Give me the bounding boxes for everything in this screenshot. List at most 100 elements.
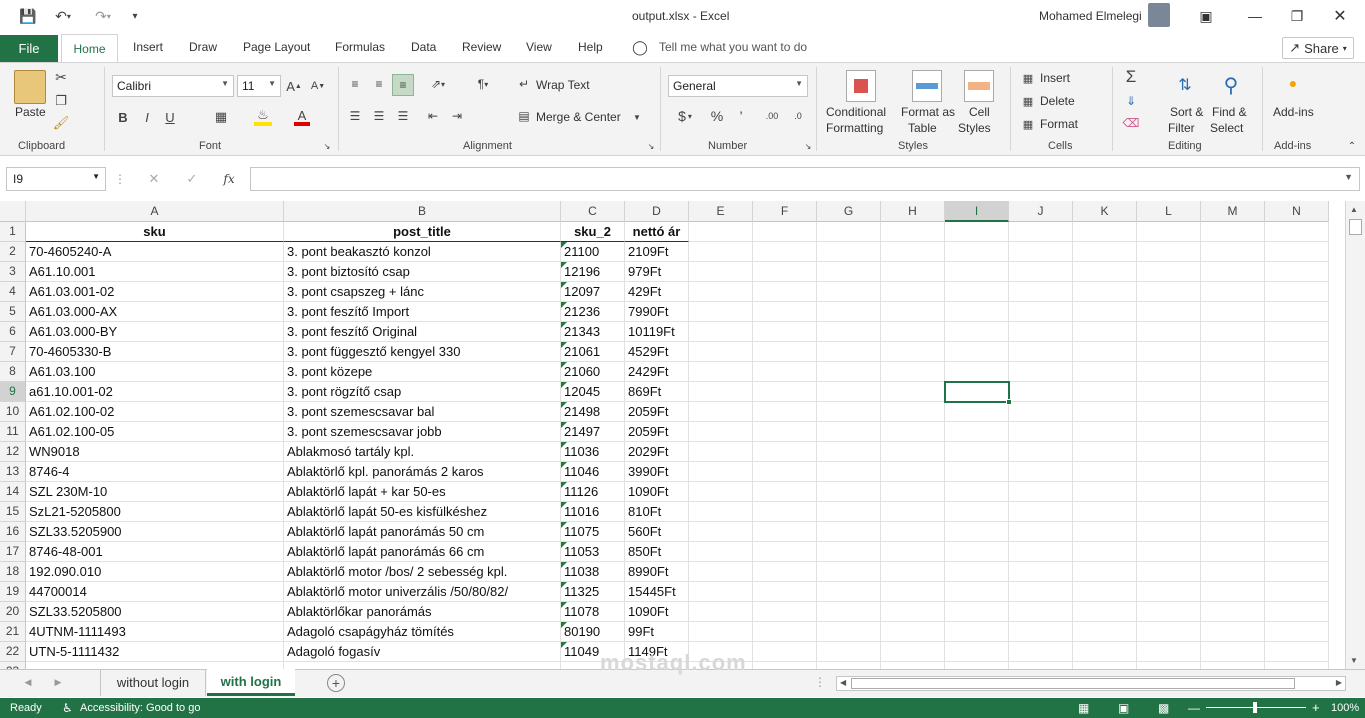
cell[interactable]: 21100 — [561, 242, 625, 262]
cell[interactable] — [817, 602, 881, 622]
cell[interactable] — [753, 662, 817, 669]
cell[interactable]: 4UTNM-1111493 — [26, 622, 284, 642]
cell[interactable]: 12196 — [561, 262, 625, 282]
sort-filter-line2[interactable]: Filter — [1168, 121, 1195, 135]
formula-input[interactable]: ▼ — [250, 167, 1360, 191]
column-header[interactable]: M — [1201, 201, 1265, 222]
cell[interactable]: SzL21-5205800 — [26, 502, 284, 522]
cell[interactable] — [817, 422, 881, 442]
cell[interactable] — [945, 462, 1009, 482]
cell[interactable] — [1201, 422, 1265, 442]
cell[interactable] — [689, 522, 753, 542]
cell[interactable]: Ablaktörlő motor univerzális /50/80/82/ — [284, 582, 561, 602]
horizontal-scrollbar[interactable]: ◀ ▶ — [836, 676, 1346, 691]
column-header[interactable]: N — [1265, 201, 1329, 222]
cell[interactable] — [945, 562, 1009, 582]
cell[interactable] — [1073, 622, 1137, 642]
cell[interactable] — [1009, 222, 1073, 242]
conditional-formatting-line2[interactable]: Formatting — [826, 121, 883, 135]
cell[interactable] — [945, 522, 1009, 542]
cell[interactable] — [1201, 402, 1265, 422]
align-bottom-icon[interactable]: ≡ — [392, 74, 414, 96]
scroll-down-icon[interactable]: ▼ — [1350, 656, 1358, 665]
cell[interactable] — [817, 282, 881, 302]
share-button[interactable]: ↗ Share ▾ — [1282, 37, 1354, 59]
cell[interactable]: 1090Ft — [625, 482, 689, 502]
row-header[interactable]: 13 — [0, 462, 26, 482]
cell[interactable] — [1073, 482, 1137, 502]
cell[interactable]: Ablaktörlő kpl. panorámás 2 karos — [284, 462, 561, 482]
cell[interactable] — [817, 342, 881, 362]
cell[interactable] — [881, 402, 945, 422]
row-header[interactable]: 5 — [0, 302, 26, 322]
cell[interactable] — [1009, 442, 1073, 462]
format-cells-icon[interactable]: ▦ — [1020, 117, 1036, 131]
cell[interactable] — [817, 662, 881, 669]
column-header[interactable]: G — [817, 201, 881, 222]
cell[interactable]: Adagoló fogasív — [284, 642, 561, 662]
cell[interactable] — [1137, 482, 1201, 502]
scroll-thumb[interactable] — [1349, 219, 1362, 235]
cell[interactable] — [945, 442, 1009, 462]
cell[interactable] — [1201, 282, 1265, 302]
cell[interactable] — [753, 442, 817, 462]
cell[interactable] — [881, 422, 945, 442]
expand-formula-icon[interactable]: ▼ — [1344, 172, 1353, 182]
align-middle-icon[interactable]: ≡ — [370, 76, 388, 92]
cell[interactable] — [1073, 462, 1137, 482]
cell[interactable] — [881, 282, 945, 302]
cell[interactable]: 3. pont beakasztó konzol — [284, 242, 561, 262]
cell[interactable] — [689, 442, 753, 462]
row-header[interactable]: 6 — [0, 322, 26, 342]
cell[interactable]: A61.02.100-05 — [26, 422, 284, 442]
zoom-level[interactable]: 100% — [1331, 702, 1359, 714]
cell[interactable] — [1265, 602, 1329, 622]
cell-styles-line1[interactable]: Cell — [969, 105, 990, 119]
tell-me-search[interactable]: Tell me what you want to do — [659, 40, 807, 54]
cell[interactable] — [1265, 462, 1329, 482]
cell[interactable] — [881, 242, 945, 262]
row-header[interactable]: 22 — [0, 642, 26, 662]
cell[interactable] — [1201, 622, 1265, 642]
row-header[interactable]: 21 — [0, 622, 26, 642]
decrease-decimal-button[interactable]: .0 — [788, 107, 808, 125]
cell[interactable] — [1073, 222, 1137, 242]
cell[interactable] — [689, 362, 753, 382]
cell[interactable] — [689, 542, 753, 562]
find-select-line1[interactable]: Find & — [1212, 105, 1247, 119]
column-header[interactable]: L — [1137, 201, 1201, 222]
sort-filter-icon[interactable]: ⇅ — [1170, 70, 1200, 100]
cell[interactable] — [689, 402, 753, 422]
cell[interactable] — [1009, 422, 1073, 442]
row-header[interactable]: 9 — [0, 382, 26, 402]
cell[interactable] — [753, 522, 817, 542]
cell[interactable] — [1265, 362, 1329, 382]
row-header[interactable]: 15 — [0, 502, 26, 522]
cell[interactable] — [881, 322, 945, 342]
cell[interactable] — [1137, 262, 1201, 282]
cell[interactable] — [689, 282, 753, 302]
cell[interactable] — [945, 302, 1009, 322]
cell[interactable] — [1201, 442, 1265, 462]
cell[interactable] — [1137, 562, 1201, 582]
cell[interactable] — [1265, 642, 1329, 662]
align-left-icon[interactable]: ☰ — [346, 108, 364, 124]
cell[interactable] — [945, 622, 1009, 642]
align-top-icon[interactable]: ≡ — [346, 76, 364, 92]
cell[interactable] — [1009, 642, 1073, 662]
cell[interactable]: Adagoló csapágyház tömítés — [284, 622, 561, 642]
cell[interactable]: 11078 — [561, 602, 625, 622]
cell[interactable] — [817, 302, 881, 322]
sheet-tab-with-login[interactable]: with login — [207, 669, 295, 696]
cell[interactable]: 3. pont függesztő kengyel 330 — [284, 342, 561, 362]
avatar[interactable] — [1148, 3, 1170, 27]
header-cell[interactable]: post_title — [284, 222, 561, 242]
hscroll-thumb[interactable] — [851, 678, 1295, 689]
cell[interactable] — [881, 662, 945, 669]
cell[interactable] — [817, 382, 881, 402]
cell[interactable] — [753, 542, 817, 562]
cell[interactable] — [1265, 562, 1329, 582]
cell[interactable] — [1265, 662, 1329, 669]
cell[interactable]: Ablaktörlő lapát 50-es kisfülkéshez — [284, 502, 561, 522]
cell[interactable] — [1073, 302, 1137, 322]
